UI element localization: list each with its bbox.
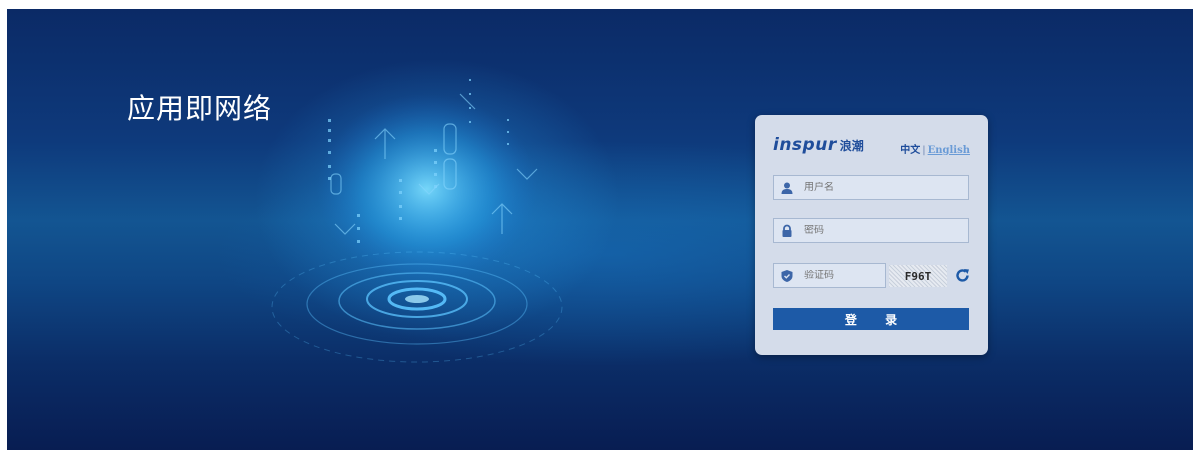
language-chinese-link[interactable]: 中文 xyxy=(900,145,920,156)
password-field[interactable] xyxy=(773,218,969,243)
captcha-image[interactable]: F96T xyxy=(889,265,947,287)
shield-icon xyxy=(781,270,793,282)
username-field[interactable] xyxy=(773,175,969,200)
captcha-field[interactable] xyxy=(773,263,886,288)
password-input[interactable] xyxy=(804,225,954,236)
language-separator: | xyxy=(922,145,926,156)
refresh-icon[interactable] xyxy=(954,267,971,284)
brand-logo: inspur 浪潮 xyxy=(773,135,864,155)
user-icon xyxy=(781,182,793,194)
lock-icon xyxy=(782,224,792,237)
login-panel: inspur 浪潮 中文 | English 用户名 验证码 F96T 登 录 xyxy=(755,115,988,355)
brand-logo-chinese: 浪潮 xyxy=(839,139,864,153)
language-switch: 中文 | English xyxy=(900,141,970,156)
brand-logo-latin: inspur xyxy=(773,135,837,155)
language-english-link[interactable]: English xyxy=(928,145,970,156)
captcha-input[interactable] xyxy=(804,270,879,281)
page-headline: 应用即网络 xyxy=(127,92,273,125)
login-button[interactable]: 登 录 xyxy=(773,308,969,330)
tech-illustration xyxy=(271,79,563,363)
username-input[interactable] xyxy=(804,182,954,193)
login-background: 应用即网络 inspur 浪潮 中文 | English 用户名 验证码 F96… xyxy=(7,9,1193,450)
captcha-code: F96T xyxy=(904,269,932,283)
